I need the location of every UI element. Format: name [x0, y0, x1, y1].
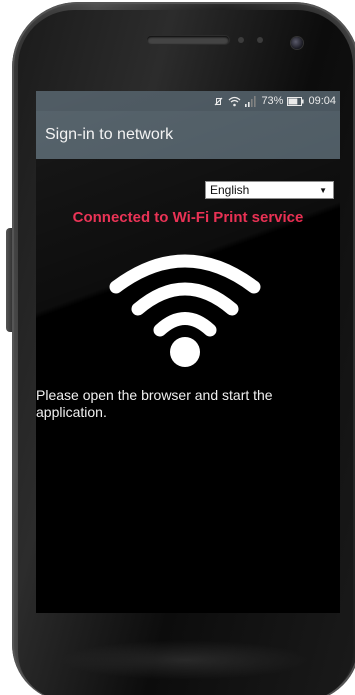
wifi-signal-icon — [228, 96, 241, 107]
language-select[interactable]: English ▼ — [205, 181, 334, 199]
sensor-dot — [257, 37, 263, 43]
battery-percent: 73% — [261, 95, 284, 107]
vibrate-off-icon — [213, 96, 224, 107]
connection-status-message: Connected to Wi-Fi Print service — [72, 209, 304, 226]
phone-mockup: 73% 09:04 Sign-in to network English ▼ C… — [0, 0, 355, 695]
app-bar: Sign-in to network — [36, 111, 340, 159]
phone-screen: 73% 09:04 Sign-in to network English ▼ C… — [36, 91, 340, 613]
language-select-value: English — [210, 183, 250, 197]
home-area-reflection — [60, 640, 310, 680]
sensor-dot — [238, 37, 244, 43]
battery-icon — [287, 96, 305, 106]
speaker-grille — [147, 36, 229, 44]
clock: 09:04 — [308, 95, 336, 107]
wifi-icon — [108, 247, 262, 372]
cell-signal-icon — [245, 95, 257, 107]
page-title: Sign-in to network — [45, 126, 174, 143]
chevron-down-icon: ▼ — [319, 185, 327, 195]
front-camera — [291, 37, 303, 49]
instruction-text: Please open the browser and start the ap… — [36, 387, 273, 420]
status-bar: 73% 09:04 — [36, 91, 340, 111]
